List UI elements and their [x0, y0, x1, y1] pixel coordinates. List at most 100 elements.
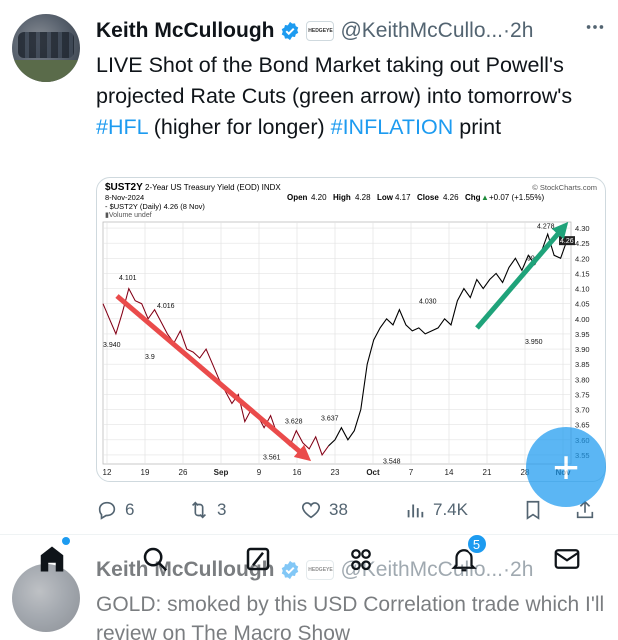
- x-tick-label: Sep: [214, 468, 229, 477]
- low-label: Low: [377, 193, 394, 202]
- views-icon: [407, 504, 424, 518]
- next-tweet-text: GOLD: smoked by this USD Correlation tra…: [96, 593, 605, 640]
- avatar-grass: [12, 60, 80, 82]
- close-label: Close: [417, 193, 439, 202]
- x-tick-label: 7: [409, 468, 414, 477]
- annotation-label: 3.628: [285, 418, 303, 425]
- y-tick-label: 4.30: [575, 224, 590, 233]
- home-icon: [40, 546, 63, 572]
- ohlc-readout: Open 4.20 High 4.28 Low 4.17 Close 4.26 …: [287, 193, 544, 202]
- annotation-label: 3.548: [383, 459, 401, 466]
- grok-icon: [246, 547, 269, 571]
- retweet-icon: [191, 501, 207, 519]
- annotation-label: 4.101: [119, 275, 137, 282]
- tab-home[interactable]: [32, 537, 72, 579]
- chg-label: Chg: [465, 193, 481, 202]
- annotation-label: 4.016: [157, 303, 175, 310]
- ellipsis-svg: [586, 25, 604, 29]
- reply-button[interactable]: 6: [96, 499, 188, 521]
- views-count: 7.4K: [433, 500, 468, 519]
- annotation-label: 4.26: [560, 238, 574, 245]
- verified-badge-icon: [282, 21, 299, 41]
- tweet-text-middle: (higher for longer): [147, 115, 331, 139]
- like-button[interactable]: 38: [300, 499, 404, 521]
- tweet-text-suffix: print: [453, 115, 502, 139]
- y-tick-label: 3.70: [575, 406, 590, 415]
- x-axis: 121926Sep91623Oct7142128Nov: [103, 468, 572, 477]
- legend-series: - $UST2Y (Daily) 4.26 (8 Nov): [105, 202, 205, 211]
- y-tick-label: 4.05: [575, 300, 590, 309]
- y-tick-label: 4.10: [575, 285, 590, 294]
- bookmark-icon: [526, 500, 540, 520]
- compose-plus-icon: +: [552, 441, 580, 493]
- annotation-label: 3.940: [103, 342, 121, 349]
- tweet-actions: 6 3 38 7.4K: [96, 496, 606, 524]
- tweet-text-main: LIVE Shot of the Bond Market taking out …: [96, 53, 573, 108]
- x-tick-label: 9: [257, 468, 262, 477]
- annotation-label: 3.950: [525, 339, 543, 346]
- high-label: High: [333, 193, 351, 202]
- tab-search[interactable]: [135, 539, 175, 579]
- y-tick-label: 3.85: [575, 360, 590, 369]
- y-tick-label: 4.00: [575, 315, 590, 324]
- x-tick-label: 19: [141, 468, 150, 477]
- timestamp[interactable]: 2h: [510, 19, 533, 42]
- reply-icon: [98, 501, 116, 520]
- views-button[interactable]: 7.4K: [404, 499, 522, 521]
- author-handle: @KeithMcCullo...·2h: [340, 19, 533, 43]
- close-value: 4.26: [443, 193, 459, 202]
- reply-count: 6: [125, 500, 135, 519]
- retweet-count: 3: [217, 500, 227, 519]
- y-tick-label: 3.90: [575, 345, 590, 354]
- x-tick-label: 12: [103, 468, 112, 477]
- annotation-label: 3.9: [145, 354, 155, 361]
- chart-image[interactable]: $UST2Y 2-Year US Treasury Yield (EOD) IN…: [96, 177, 606, 482]
- author-name[interactable]: Keith McCullough: [96, 19, 274, 43]
- legend-volume: ▮Volume undef: [105, 212, 152, 219]
- chart-subtitle: 2-Year US Treasury Yield (EOD) INDX: [145, 183, 281, 192]
- chart-date: 8-Nov-2024: [105, 193, 144, 202]
- search-icon: [143, 547, 167, 572]
- compose-button[interactable]: +: [526, 427, 606, 507]
- heart-icon: [301, 502, 321, 519]
- communities-icon: [350, 549, 371, 571]
- chg-arrow: ▲: [481, 193, 489, 202]
- annotation-label: 3.637: [321, 416, 339, 423]
- tweet-text: LIVE Shot of the Bond Market taking out …: [96, 50, 606, 143]
- x-tick-label: 21: [483, 468, 492, 477]
- x-tick-label: 16: [293, 468, 302, 477]
- y-tick-label: 3.95: [575, 330, 590, 339]
- messages-icon: [554, 549, 579, 569]
- y-tick-label: 4.15: [575, 269, 590, 278]
- annotation-label: 4.030: [419, 299, 437, 306]
- annotation-label: 3.561: [263, 455, 281, 462]
- affiliate-badge[interactable]: HEDGEYE: [306, 21, 335, 41]
- x-tick-label: Oct: [366, 468, 380, 477]
- tab-grok[interactable]: [238, 539, 278, 579]
- hashtag-hfl[interactable]: #HFL: [96, 115, 148, 139]
- retweet-button[interactable]: 3: [188, 499, 300, 521]
- tab-communities[interactable]: [341, 539, 381, 579]
- y-tick-label: 3.80: [575, 375, 590, 384]
- x-tick-label: 14: [445, 468, 454, 477]
- notifications-badge: 5: [465, 533, 488, 555]
- ellipsis-icon[interactable]: [584, 16, 606, 44]
- like-count: 38: [329, 500, 348, 519]
- tweet-header: Keith McCullough HEDGEYE @KeithMcCullo..…: [96, 16, 533, 46]
- tab-messages[interactable]: [547, 539, 587, 579]
- open-label: Open: [287, 193, 308, 202]
- high-value: 4.28: [355, 193, 371, 202]
- hashtag-inflation[interactable]: #INFLATION: [331, 115, 454, 139]
- bottom-tab-bar: 5: [0, 533, 618, 584]
- low-value: 4.17: [395, 193, 411, 202]
- x-tick-label: 23: [331, 468, 340, 477]
- annotation-label: 4.278: [537, 224, 555, 231]
- chg-value: +0.07 (+1.55%): [489, 193, 544, 202]
- avatar-crowd: [18, 32, 74, 58]
- chart-source: © StockCharts.com: [532, 183, 597, 192]
- tab-notifications[interactable]: 5: [444, 533, 488, 579]
- y-tick-label: 3.75: [575, 390, 590, 399]
- home-new-dot: [61, 537, 70, 545]
- y-axis: 4.30 4.25 4.20 4.15 4.10 4.05 4.00 3.95 3.90 3.85…: [575, 224, 590, 460]
- author-avatar[interactable]: [12, 14, 80, 82]
